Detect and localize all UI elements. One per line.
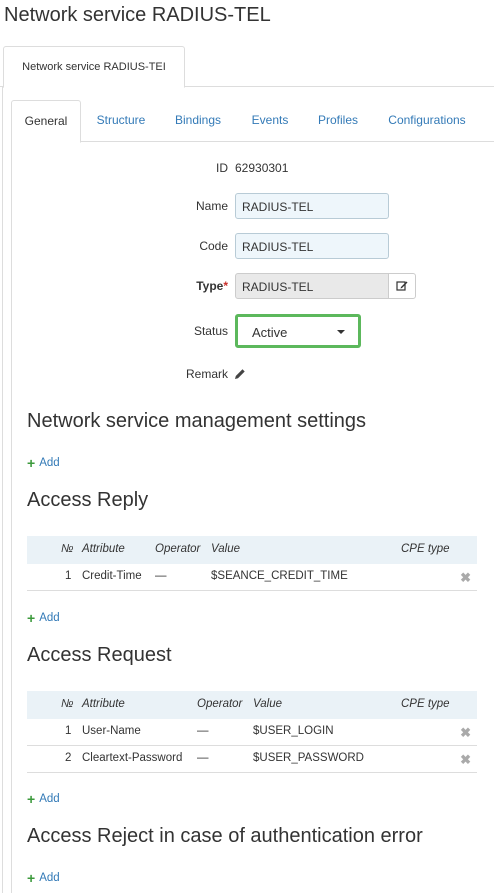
add-label: Add <box>39 793 60 805</box>
cell-attribute: Cleartext-Password <box>82 752 183 764</box>
remove-icon[interactable]: ✖ <box>460 752 471 768</box>
type-label: Type* <box>108 279 228 293</box>
add-reject-button[interactable]: + Add <box>27 869 60 886</box>
add-reply-button[interactable]: + Add <box>27 609 60 626</box>
cell-operator: — <box>197 752 209 764</box>
outer-tab-network-service[interactable]: Network service RADIUS-TEI <box>3 46 185 88</box>
col-attribute: Attribute <box>82 698 125 710</box>
id-value: 62930301 <box>235 161 289 175</box>
col-no: № <box>61 543 74 555</box>
code-field[interactable]: RADIUS-TEL <box>235 233 389 259</box>
name-label: Name <box>195 199 228 213</box>
add-mgmt-button[interactable]: + Add <box>27 454 60 471</box>
cell-operator: — <box>155 570 167 582</box>
add-request-button[interactable]: + Add <box>27 790 60 807</box>
col-value: Value <box>211 543 240 555</box>
name-field[interactable]: RADIUS-TEL <box>235 193 389 219</box>
add-label: Add <box>39 457 60 469</box>
col-no: № <box>61 698 74 710</box>
cell-value: $USER_PASSWORD <box>253 752 364 764</box>
add-label: Add <box>39 612 60 624</box>
col-cpe-type: CPE type <box>401 543 450 555</box>
tab-configurations[interactable]: Configurations <box>383 100 471 140</box>
code-label: Code <box>199 239 228 253</box>
plus-icon: + <box>27 790 36 807</box>
remark-label: Remark <box>185 367 228 381</box>
table-header: № Attribute Operator Value CPE type <box>27 691 477 719</box>
plus-icon: + <box>27 454 36 471</box>
cell-value: $SEANCE_CREDIT_TIME <box>211 570 348 582</box>
type-label-text: Type <box>196 279 224 293</box>
edit-icon <box>396 281 408 291</box>
tab-bindings[interactable]: Bindings <box>169 100 227 140</box>
tab-general[interactable]: General <box>11 100 81 143</box>
col-value: Value <box>253 698 282 710</box>
tab-structure[interactable]: Structure <box>89 100 153 140</box>
status-select[interactable]: Active <box>235 314 361 348</box>
page-title: Network service RADIUS-TEL <box>4 4 271 26</box>
col-attribute: Attribute <box>82 543 125 555</box>
id-label: ID <box>216 161 228 175</box>
tab-profiles[interactable]: Profiles <box>309 100 367 140</box>
cell-no: 1 <box>65 570 72 582</box>
tab-bar: General Structure Bindings Events Profil… <box>11 100 494 143</box>
outer-tab-bar: Network service RADIUS-TEI <box>0 46 494 88</box>
col-operator: Operator <box>155 543 201 555</box>
col-cpe-type: CPE type <box>401 698 450 710</box>
cell-attribute: User-Name <box>82 725 141 737</box>
type-edit-button[interactable] <box>388 273 416 299</box>
cell-value: $USER_LOGIN <box>253 725 334 737</box>
access-reject-heading: Access Reject in case of authentication … <box>27 825 423 847</box>
status-label: Status <box>193 324 228 338</box>
cell-no: 1 <box>65 725 72 737</box>
cell-attribute: Credit-Time <box>82 570 142 582</box>
col-operator: Operator <box>197 698 243 710</box>
table-row: 2 Cleartext-Password — $USER_PASSWORD ✖ <box>27 746 477 773</box>
remove-icon[interactable]: ✖ <box>460 570 471 586</box>
cell-operator: — <box>197 725 209 737</box>
access-request-heading: Access Request <box>27 644 172 666</box>
add-label: Add <box>39 872 60 884</box>
access-reply-heading: Access Reply <box>27 489 149 511</box>
plus-icon: + <box>27 869 36 886</box>
required-marker: * <box>223 279 228 293</box>
status-value: Active <box>252 325 288 340</box>
plus-icon: + <box>27 609 36 626</box>
caret-down-icon <box>337 330 345 334</box>
table-header: № Attribute Operator Value CPE type <box>27 536 477 564</box>
cell-no: 2 <box>65 752 72 764</box>
table-row: 1 Credit-Time — $SEANCE_CREDIT_TIME ✖ <box>27 564 477 591</box>
table-row: 1 User-Name — $USER_LOGIN ✖ <box>27 719 477 746</box>
pencil-icon[interactable] <box>234 368 246 380</box>
tab-events[interactable]: Events <box>243 100 297 140</box>
mgmt-settings-heading: Network service management settings <box>27 410 367 432</box>
remove-icon[interactable]: ✖ <box>460 725 471 741</box>
type-field: RADIUS-TEL <box>235 273 389 299</box>
